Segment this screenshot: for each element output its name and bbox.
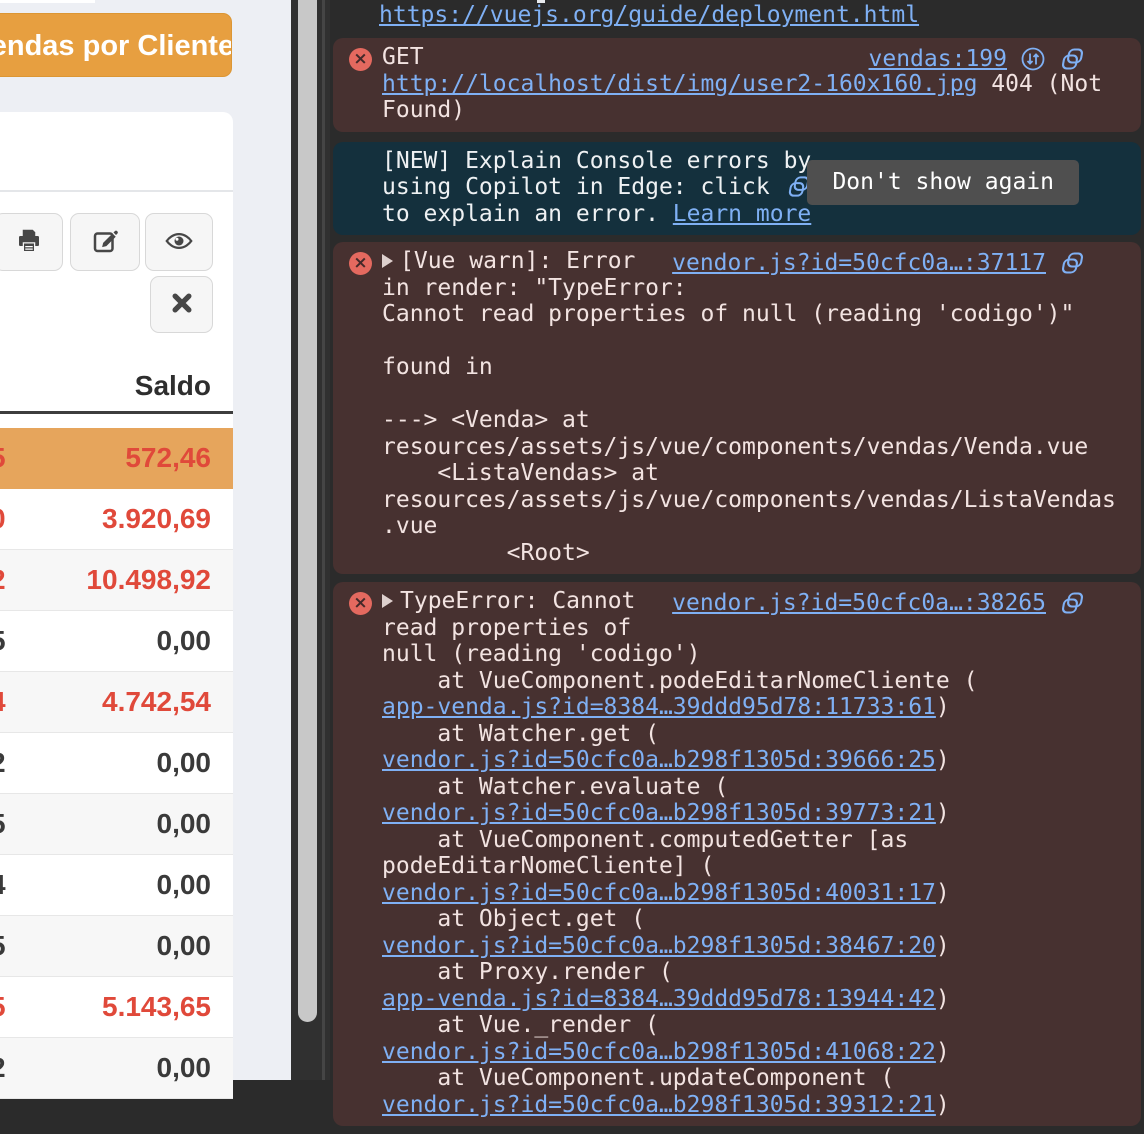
table-row[interactable]: 50,00 [0,611,233,672]
clipped-column-fragment: 0 [0,503,6,535]
initiator-icon[interactable] [1020,46,1046,72]
clipped-column-fragment: 2 [0,1052,6,1084]
type-error: × vendor.js?id=50cfc0a…:38265TypeError: C… [333,582,1141,1126]
edit-button[interactable] [70,213,140,271]
top-edge-highlight [0,0,95,3]
table-row[interactable]: 20,00 [0,1038,233,1099]
stack-trace-link[interactable]: http://localhost/dist/img/user2-160x160.… [382,71,977,97]
saldo-column-header: Saldo [135,370,211,402]
stack-trace-link[interactable]: app-venda.js?id=8384…39ddd95d78:11733:61 [382,694,936,720]
clipped-column-fragment: 5 [0,442,6,474]
console-message-text: [Vue warn]: Error in render: "TypeError:… [333,242,1141,574]
app-left-pane: Vendas por Cliente r Saldo [0,0,291,1080]
eye-icon [164,226,194,259]
saldo-value: 3.920,69 [102,503,211,535]
page-scrollbar-thumb[interactable] [298,0,317,1022]
copilot-icon[interactable] [1059,46,1085,72]
clipped-column-fragment: 4 [0,869,6,901]
saldo-value: 0,00 [157,869,212,901]
saldo-value: 0,00 [157,808,212,840]
sale-card: r Saldo 5572,4603.920,69210.498,9250,004… [0,112,233,1080]
table-row[interactable]: 50,00 [0,794,233,855]
vuejs-deployment-link[interactable]: https://vuejs.org/guide/deployment.html [379,2,919,29]
console-messages: ×vendas:199GET http://localhost/dist/img… [330,38,1144,1134]
table-row[interactable]: 5 5.143,65 [0,977,233,1038]
copilot-icon[interactable] [1059,250,1085,276]
stack-trace-link[interactable]: vendor.js?id=50cfc0a…b298f1305d:38467:20 [382,933,936,959]
table-row[interactable]: 40,00 [0,855,233,916]
message-source-block: vendas:199 [869,46,1085,73]
stack-trace-link[interactable]: vendor.js?id=50cfc0a…b298f1305d:39312:21 [382,1092,936,1118]
clipped-column-fragment: 4 [0,686,6,718]
expand-triangle-icon[interactable] [382,254,393,268]
saldo-value: 4.742,54 [102,686,211,718]
copilot-explain-banner: [NEW] Explain Console errors by using Co… [333,142,1141,236]
table-row[interactable]: 2 10.498,92 [0,550,233,611]
saldo-value: 0,00 [157,747,212,779]
console-message-text: TypeError: Cannot read properties of nul… [333,582,1141,1126]
edit-icon [90,226,120,259]
error-badge-icon: × [349,252,372,275]
view-button[interactable] [145,213,213,271]
copilot-icon[interactable] [1059,590,1085,616]
saldo-value: 0,00 [157,930,212,962]
saldo-value: 0,00 [157,1052,212,1084]
error-badge-icon: × [349,592,372,615]
clipped-column-fragment: 5 [0,930,6,962]
error-badge-icon: × [349,48,372,71]
saldo-value: 5.143,65 [102,991,211,1023]
saldo-value: 0,00 [157,625,212,657]
stack-trace-link[interactable]: vendor.js?id=50cfc0a…b298f1305d:41068:22 [382,1039,936,1065]
stack-trace-link[interactable]: Learn more [673,201,811,227]
table-row[interactable]: 20,00 [0,733,233,794]
network-404-error: ×vendas:199GET http://localhost/dist/img… [333,38,1141,132]
source-file-link[interactable]: vendas:199 [869,46,1007,73]
close-button[interactable] [150,276,213,333]
expand-triangle-icon[interactable] [382,594,393,608]
table-row[interactable]: 5 572,46 [0,428,233,489]
print-button[interactable] [0,213,63,271]
table-header-row: r Saldo [0,360,233,414]
print-icon [14,226,44,259]
stack-trace-link[interactable]: vendor.js?id=50cfc0a…b298f1305d:39666:25 [382,747,936,773]
stack-trace-link[interactable]: vendor.js?id=50cfc0a…b298f1305d:40031:17 [382,880,936,906]
clipped-column-fragment: 2 [0,747,6,779]
saldo-table-body: 5572,4603.920,69210.498,9250,0044.742,54… [0,428,233,1099]
stack-trace-link[interactable]: app-venda.js?id=8384…39ddd95d78:13944:42 [382,986,936,1012]
saldo-value: 572,46 [125,442,211,474]
page-scrollbar-track[interactable] [291,0,330,1080]
message-source-block: vendor.js?id=50cfc0a…:37117 [672,250,1085,277]
devtools-window-edge [322,0,325,1080]
message-source-block: vendor.js?id=50cfc0a…:38265 [672,590,1085,617]
saldo-value: 10.498,92 [86,564,211,596]
table-row[interactable]: 4 4.742,54 [0,672,233,733]
devtools-console-pane: https://vuejs.org/guide/deployment.html … [330,0,1144,1080]
close-icon [167,288,197,321]
table-row[interactable]: 0 3.920,69 [0,489,233,550]
clipped-column-fragment: 5 [0,991,6,1023]
stack-trace-link[interactable]: vendor.js?id=50cfc0a…b298f1305d:39773:21 [382,800,936,826]
clipped-column-fragment: 2 [0,564,6,596]
vue-warn-error: × vendor.js?id=50cfc0a…:37117[Vue warn]: … [333,242,1141,574]
clipped-column-fragment: 5 [0,625,6,657]
source-file-link[interactable]: vendor.js?id=50cfc0a…:37117 [672,250,1046,277]
source-file-link[interactable]: vendor.js?id=50cfc0a…:38265 [672,590,1046,617]
vendas-por-cliente-button[interactable]: Vendas por Cliente [0,13,232,77]
table-row[interactable]: 50,00 [0,916,233,977]
card-header-divider [0,190,233,192]
dont-show-again-button[interactable]: Don't show again [807,160,1079,205]
clipped-column-fragment: 5 [0,808,6,840]
